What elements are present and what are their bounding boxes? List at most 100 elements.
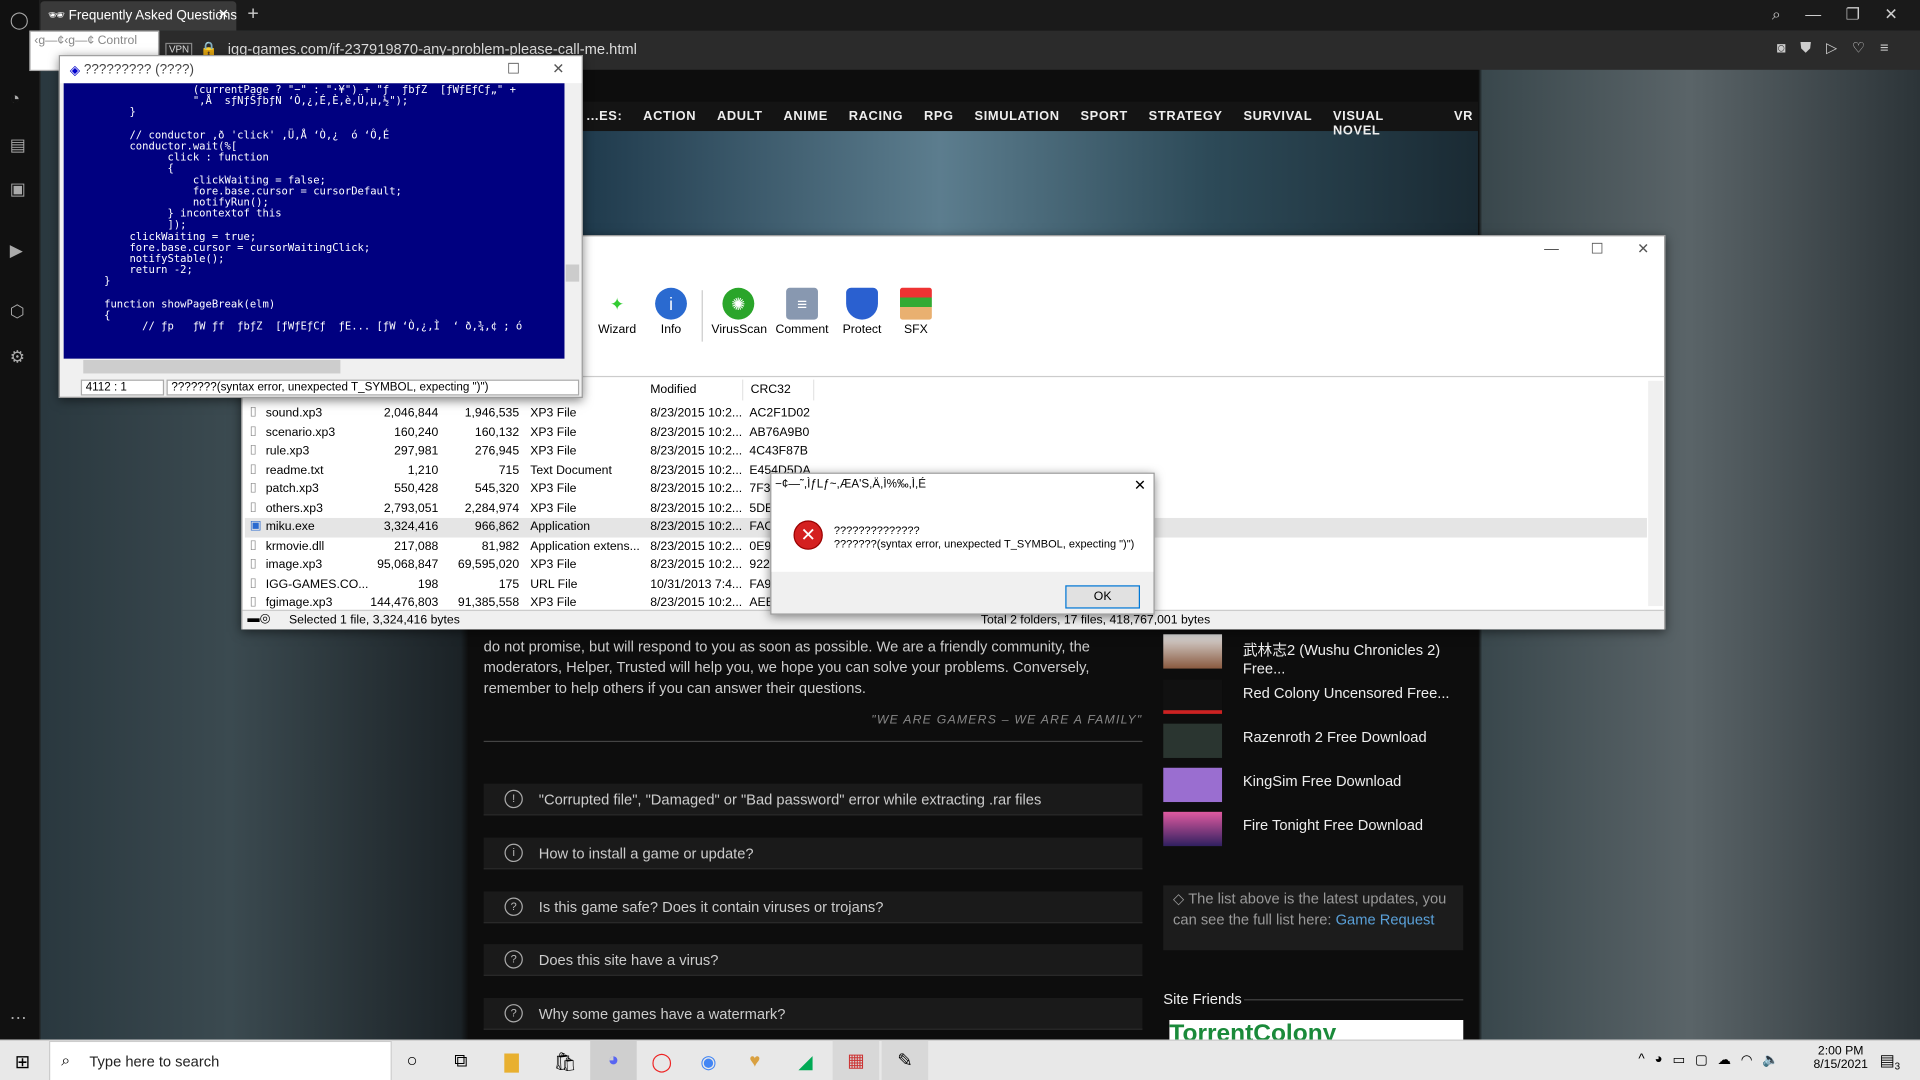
file-cell: URL File (530, 577, 578, 591)
maximize-icon[interactable]: ☐ (1591, 240, 1604, 257)
task-view-icon[interactable]: ⧉ (454, 1051, 467, 1072)
nav-adult[interactable]: ADULT (717, 109, 763, 124)
minimize-icon[interactable]: — (1805, 5, 1821, 25)
close-tab-icon[interactable]: ✕ (218, 6, 229, 22)
onedrive-icon[interactable]: ☁ (1718, 1052, 1731, 1068)
battery-icon[interactable]: ▭ (1672, 1052, 1685, 1068)
notification-icon[interactable]: ▤3 (1880, 1051, 1901, 1073)
chrome-icon[interactable]: ◉ (700, 1051, 716, 1073)
taskbar-search[interactable]: ⌕ Type here to search (48, 1040, 392, 1080)
workspace-icon[interactable]: ▤ (10, 135, 26, 156)
tab-faq[interactable]: 🕶 Frequently Asked Questions ✕ (40, 1, 237, 31)
menu-icon[interactable]: ≡ (1880, 39, 1889, 57)
comment-button[interactable]: ≡ Comment (775, 287, 829, 337)
new-tab-button[interactable]: + (247, 4, 258, 26)
volume-icon[interactable]: 🔈 (1762, 1052, 1779, 1068)
faq-item[interactable]: ? Why some games have a watermark? (483, 997, 1143, 1030)
cortana-icon[interactable]: ○ (407, 1051, 418, 1072)
nav-sport[interactable]: SPORT (1080, 109, 1127, 124)
faq-item[interactable]: ! "Corrupted file", "Damaged" or "Bad pas… (483, 783, 1143, 816)
file-cell: 8/23/2015 10:2... (650, 520, 743, 534)
wifi-icon[interactable]: ◠ (1741, 1052, 1753, 1068)
discord-icon[interactable]: ◕ (590, 1040, 637, 1080)
more-icon[interactable]: ⋯ (10, 1008, 27, 1029)
horizontal-scrollbar[interactable] (63, 358, 565, 375)
column-modified[interactable]: Modified (643, 379, 744, 401)
editor-taskbar-icon[interactable]: ✎ (881, 1040, 929, 1080)
virusscan-button[interactable]: ✺ VirusScan (711, 287, 767, 337)
file-cell: rule.xp3 (265, 444, 310, 458)
info-box: ◇ The list above is the latest updates, … (1163, 885, 1464, 951)
editor-title: ????????? (????) (83, 62, 195, 78)
shield-icon[interactable]: ⛊ (1800, 39, 1811, 57)
close-icon[interactable]: ✕ (1637, 240, 1649, 257)
nav-survival[interactable]: SURVIVAL (1243, 109, 1312, 124)
close-icon[interactable]: ✕ (552, 60, 564, 77)
box-icon[interactable]: ⬡ (10, 301, 25, 322)
nav-racing[interactable]: RACING (849, 109, 903, 124)
nav-simulation[interactable]: SIMULATION (975, 109, 1060, 124)
file-row[interactable]: ▯ rule.xp3 297,981 276,945 XP3 File 8/23/2015… (245, 442, 1647, 461)
player-icon[interactable]: ▶ (10, 240, 23, 261)
game-request-link[interactable]: Game Request (1336, 911, 1435, 928)
file-row[interactable]: ▯ scenario.xp3 160,240 160,132 XP3 File 8/23/… (245, 423, 1647, 442)
app-icon[interactable]: ◢ (798, 1051, 812, 1073)
app-icon[interactable]: ♥ (749, 1051, 760, 1072)
file-icon: ▯ (249, 576, 257, 590)
wizard-button[interactable]: ✦ Wizard (590, 288, 644, 337)
site-friends-heading: Site Friends (1163, 990, 1242, 1008)
ok-button[interactable]: OK (1065, 585, 1141, 609)
file-cell: AB76A9B0 (749, 425, 810, 439)
code-editor[interactable]: (currentPage ? "−" : "·¥") + "ƒ ƒbƒZ [ƒW… (63, 83, 565, 359)
torrentcolony-logo[interactable]: TorrentColony (1169, 1020, 1464, 1040)
file-cell: Application (530, 520, 591, 534)
clock[interactable]: 2:00 PM 8/15/2021 (1813, 1044, 1867, 1071)
info-button[interactable]: i Info (644, 287, 698, 337)
discord-tray-icon[interactable]: ◕ (1654, 1052, 1662, 1068)
nav-rpg[interactable]: RPG (924, 109, 954, 124)
nav-action[interactable]: ACTION (643, 109, 696, 124)
send-icon[interactable]: ▷ (1826, 39, 1837, 57)
scroll-thumb[interactable] (565, 264, 580, 282)
store-icon[interactable]: 🛍 (553, 1051, 576, 1073)
file-row[interactable]: ▯ sound.xp3 2,046,844 1,946,535 XP3 File 8/23… (245, 404, 1647, 423)
speed-dial-icon[interactable]: ◔ (10, 88, 20, 108)
vertical-scrollbar[interactable] (564, 83, 581, 359)
camera-icon[interactable]: ◙ (1777, 39, 1786, 57)
scroll-thumb[interactable] (83, 360, 341, 374)
column-crc32[interactable]: CRC32 (743, 379, 815, 401)
restore-icon[interactable]: ❐ (1846, 5, 1860, 25)
file-cell: 3,324,416 (383, 520, 439, 534)
windows-start-icon[interactable]: ⊞ (15, 1051, 30, 1073)
nav-strategy[interactable]: STRATEGY (1149, 109, 1223, 124)
faq-item[interactable]: ? Does this site have a virus? (483, 944, 1143, 976)
maximize-icon[interactable]: ☐ (507, 60, 520, 77)
faq-item[interactable]: i How to install a game or update? (483, 837, 1143, 870)
exe-file-icon: ▣ (249, 519, 262, 533)
meet-icon[interactable]: ▢ (1695, 1052, 1708, 1068)
nav-vr[interactable]: VR (1454, 109, 1473, 124)
twitch-icon[interactable]: ▣ (10, 179, 26, 200)
heart-icon[interactable]: ♡ (1852, 39, 1865, 57)
search-icon[interactable]: ⌕ (1772, 5, 1781, 25)
settings-icon[interactable]: ⚙ (10, 347, 25, 368)
motto-quote: "WE ARE GAMERS – WE ARE A FAMILY" (871, 713, 1143, 728)
faq-item[interactable]: ? Is this game safe? Does it contain viru… (483, 891, 1143, 924)
close-icon[interactable]: ✕ (1884, 5, 1897, 25)
file-list-scrollbar[interactable] (1648, 380, 1663, 607)
opera-logo-icon[interactable]: ◯ (10, 10, 29, 31)
file-cell: fgimage.xp3 (265, 596, 333, 610)
game-title: Fire Tonight Free Download (1242, 816, 1424, 834)
chevron-up-icon[interactable]: ^ (1638, 1052, 1644, 1068)
file-explorer-icon[interactable]: ▇ (504, 1051, 518, 1073)
file-cell: 8/23/2015 10:2... (650, 501, 743, 515)
protect-button[interactable]: Protect (835, 287, 889, 337)
close-icon[interactable]: ✕ (1134, 476, 1146, 493)
archiver-taskbar-icon[interactable]: ▦ (832, 1040, 880, 1080)
minimize-icon[interactable]: — (1544, 240, 1559, 257)
nav-visual-novel[interactable]: VISUAL NOVEL (1333, 109, 1433, 138)
opera-icon[interactable]: ◯ (651, 1051, 672, 1073)
button-label: Info (660, 323, 682, 337)
nav-anime[interactable]: ANIME (783, 109, 828, 124)
sfx-button[interactable]: SFX (889, 287, 943, 337)
